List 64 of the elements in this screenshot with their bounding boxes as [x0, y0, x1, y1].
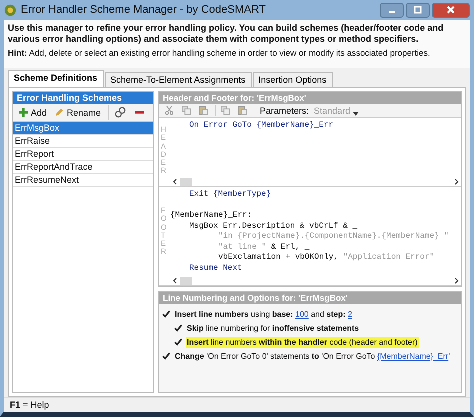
plus-icon: [19, 108, 28, 117]
panel-header: Line Numbering and Options for: 'ErrMsgBox': [159, 292, 461, 304]
scroll-right-icon[interactable]: [455, 278, 459, 284]
rename-button[interactable]: Rename: [52, 106, 104, 118]
code-text: vbExclamation + vbOKOnly,: [218, 253, 340, 262]
code-text: "in {ProjectName}.{ComponentName}.{MemberName} ": [218, 232, 449, 241]
horizontal-scrollbar[interactable]: [170, 177, 461, 186]
option-text: Skip line numbering for inoffensive statements: [187, 324, 360, 333]
tab[interactable]: Scheme Definitions: [8, 70, 104, 87]
maximize-button[interactable]: [406, 2, 430, 18]
panel-header: Error Handling Schemes: [13, 92, 153, 104]
close-button[interactable]: [432, 2, 470, 18]
close-icon: [446, 5, 456, 15]
hint-text: Hint: Add, delete or select an existing error handling scheme in order to view or modify its associated properties.: [8, 48, 432, 58]
app-icon: [4, 4, 17, 16]
tab[interactable]: Scheme-To-Element Assignments: [104, 72, 252, 87]
code-text: MsgBox Err.Description & vbCrLf & _: [190, 222, 358, 230]
value-link[interactable]: 2: [348, 310, 352, 319]
scroll-left-icon[interactable]: [172, 278, 176, 284]
value-link[interactable]: {MemberName}_Err: [377, 352, 449, 361]
option-text: Insert line numbers within the handler code (header and footer): [187, 338, 418, 347]
code-text: "at line ": [218, 242, 267, 252]
option-text: Change 'On Error GoTo 0' statements to 'On Error GoTo: [175, 352, 376, 361]
maximize-icon: [413, 5, 423, 15]
option-text: ': [448, 352, 450, 361]
option-text: and step:: [310, 310, 347, 319]
list-item[interactable]: ErrReport: [13, 148, 153, 161]
list-item[interactable]: ErrResumeNext: [13, 174, 153, 187]
horizontal-scrollbar[interactable]: [170, 276, 461, 285]
code-area[interactable]: On Error GoTo {MemberName}_Err: [170, 118, 461, 177]
tab[interactable]: Insertion Options: [252, 72, 333, 87]
add-button[interactable]: Add: [16, 106, 50, 118]
code-text: "Application Error": [343, 253, 435, 262]
parameters-label: Parameters:: [260, 106, 310, 116]
checkbox[interactable]: [174, 338, 183, 347]
checkbox[interactable]: [174, 324, 183, 333]
paste-icon[interactable]: [235, 105, 250, 116]
checkbox[interactable]: [162, 310, 171, 319]
code-text: {MemberName}_Err:: [170, 211, 252, 220]
paste-icon[interactable]: [196, 105, 211, 116]
code-text: Exit {MemberType}: [190, 190, 272, 199]
link-icon: [114, 106, 128, 119]
panel-header: Header and Footer for: 'ErrMsgBox': [159, 92, 461, 104]
code-text: On Error GoTo {MemberName}_Err: [190, 121, 334, 130]
description-text: Use this manager to refine your error handling policy. You can build schemes (header/footer code and various error handling options) and associate them with component types or method specifiers.: [8, 23, 445, 45]
value-link[interactable]: 100: [296, 310, 309, 319]
minimize-button[interactable]: [380, 2, 404, 18]
scrollbar-thumb[interactable]: [180, 276, 192, 284]
checkbox[interactable]: [162, 352, 171, 361]
list-item[interactable]: ErrMsgBox: [13, 122, 153, 135]
pencil-icon: [55, 108, 64, 117]
status-text: F1 = Help: [4, 397, 470, 412]
code-text: Resume Next: [190, 264, 242, 272]
minus-icon: [135, 108, 144, 117]
list-item[interactable]: ErrRaise: [13, 135, 153, 148]
scroll-right-icon[interactable]: [455, 178, 459, 184]
option-text: Insert line numbers using base:: [175, 310, 294, 319]
code-area[interactable]: Exit {MemberType} {MemberName}_Err: MsgBox Err.Description & vbCrLf & _ "in {ProjectName}.{ComponentName}.{MemberName} " "at line " & Erl, _ vbExclamation + vbOKOnly, "Application Error" Resume Next: [170, 187, 461, 276]
scroll-left-icon[interactable]: [172, 178, 176, 184]
list-item[interactable]: ErrReportAndTrace: [13, 161, 153, 174]
window-title: Error Handler Scheme Manager - by CodeSMART: [21, 4, 267, 16]
caret-icon: [352, 112, 359, 116]
scrollbar-thumb[interactable]: [180, 178, 192, 186]
code-text: & Erl, _: [270, 242, 310, 252]
